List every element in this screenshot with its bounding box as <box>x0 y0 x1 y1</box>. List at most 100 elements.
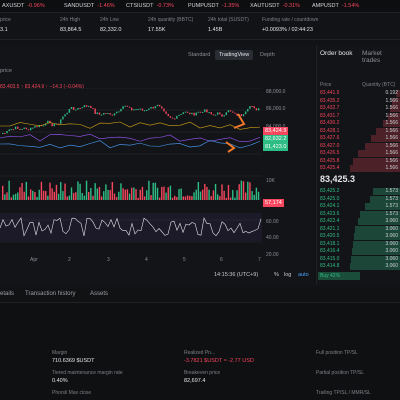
ask-row[interactable]: 83,432.7 1.566 <box>316 105 400 112</box>
candle <box>42 125 45 127</box>
ticker-item[interactable]: PUMPUSDT -1.35% <box>188 3 239 9</box>
volume-bar <box>10 197 12 200</box>
stat-value: 83,864.5 <box>60 27 82 33</box>
ask-row[interactable]: 83,425.4 1.566 <box>316 165 400 172</box>
bid-row[interactable]: 83,420.5 3.060 <box>316 233 400 240</box>
tab-order-book[interactable]: Order book <box>320 50 353 57</box>
tab-assets[interactable]: Assets <box>90 291 108 297</box>
stat-item: 24h High 83,864.5 <box>60 17 81 33</box>
candle <box>105 113 107 115</box>
annotation-arrows <box>225 113 246 153</box>
full-tpsl-label[interactable]: Full position TP/SL <box>316 350 358 356</box>
bid-row[interactable]: 83,425.2 1.573 <box>316 188 400 195</box>
ask-row[interactable]: 83,425.8 1.566 <box>316 157 400 165</box>
stat-label: price <box>0 17 11 23</box>
bid-row[interactable]: 83,423.6 1.573 <box>316 210 400 218</box>
candle <box>169 116 172 118</box>
bid-row[interactable]: 83,415.0 3.060 <box>316 255 400 263</box>
candle <box>32 127 34 129</box>
tradingview-toggle[interactable]: TradingView <box>215 50 254 60</box>
bid-qty: 3.060 <box>385 233 398 239</box>
price-axis-label: 88,000.0 <box>266 89 286 95</box>
volume-bar <box>19 187 21 200</box>
depth-toggle[interactable]: Depth <box>256 50 279 60</box>
volume-bar <box>14 193 17 200</box>
bid-row[interactable]: 83,422.4 3.060 <box>316 218 400 225</box>
stat-value: +0.0093% / 02:44:23 <box>262 27 313 33</box>
percent-toggle[interactable]: % <box>274 272 279 278</box>
volume-bar <box>79 183 81 200</box>
volume-bar <box>253 194 255 200</box>
ask-row[interactable]: 83,427.6 1.566 <box>316 135 400 142</box>
time-axis-label: Apr <box>30 257 38 263</box>
time-axis-label: 7 <box>258 257 261 263</box>
tab-details[interactable]: etails <box>0 291 14 297</box>
volume-bar <box>154 182 157 200</box>
ask-row[interactable]: 83,426.5 1.566 <box>316 150 400 157</box>
candle <box>66 112 68 115</box>
candle <box>191 112 193 115</box>
candle <box>210 112 212 115</box>
stat-item: 24h Low 82,332.0 <box>100 17 121 33</box>
realized-pnl-label: Realized Pn... <box>184 350 216 356</box>
stat-label: Funding rate / countdown <box>262 17 319 23</box>
auto-toggle[interactable]: auto <box>298 272 309 278</box>
ask-row[interactable]: 83,428.1 1.566 <box>316 127 400 135</box>
partial-tpsl-label[interactable]: Partial position TP/SL <box>316 370 364 376</box>
ticker-item[interactable]: AMPUSDT -1.54% <box>312 3 359 9</box>
bid-row[interactable]: 83,424.1 1.573 <box>316 203 400 210</box>
candle <box>88 105 90 107</box>
volume-bar <box>146 190 148 200</box>
ask-row[interactable]: 83,435.2 1.566 <box>316 97 400 105</box>
volume-bar <box>72 193 75 200</box>
candle <box>23 127 25 129</box>
ask-row[interactable]: 83,431.7 1.566 <box>316 112 400 120</box>
candle <box>92 108 94 110</box>
bid-row[interactable]: 83,425.0 1.573 <box>316 195 400 203</box>
ask-row[interactable]: 83,441.5 0.192 <box>316 90 400 97</box>
standard-view-toggle[interactable]: Standard <box>184 50 214 60</box>
candle <box>115 111 118 114</box>
candle <box>124 105 126 107</box>
volume-bar <box>229 197 232 200</box>
candle <box>156 104 159 107</box>
candle <box>111 114 114 116</box>
ticker-change: -0.96% <box>27 3 45 9</box>
candle <box>118 111 120 113</box>
bid-row[interactable]: 83,421.1 3.060 <box>316 225 400 233</box>
candle <box>83 105 86 108</box>
ticker-item[interactable]: CTSIUSDT -0.73% <box>126 3 174 9</box>
tab-transaction-history[interactable]: Transaction history <box>25 291 75 297</box>
volume-bar <box>223 190 225 200</box>
volume-bar <box>122 188 124 200</box>
candle <box>21 128 23 130</box>
volume-bar <box>64 183 66 200</box>
candle <box>137 108 139 110</box>
ticker-item[interactable]: SANDUSDT -1.46% <box>64 3 115 9</box>
tiered-margin-label: Tiered maintenance margin rate <box>52 370 123 376</box>
candle <box>176 115 178 119</box>
ask-qty: 1.566 <box>385 142 398 149</box>
volume-bar <box>92 195 94 200</box>
ask-row[interactable]: 83,427.0 1.566 <box>316 142 400 150</box>
tab-market-trades[interactable]: Market trades <box>362 50 400 64</box>
bid-row[interactable]: 83,416.4 3.060 <box>316 248 400 255</box>
log-toggle[interactable]: log <box>284 272 291 278</box>
volume-bar <box>217 194 219 200</box>
candle <box>4 132 6 134</box>
volume-bar <box>55 184 58 200</box>
ticker-item[interactable]: XAUTUSDT -0.31% <box>250 3 300 9</box>
bid-qty: 1.573 <box>385 188 398 194</box>
volume-bar <box>219 196 221 200</box>
candle <box>255 108 258 111</box>
ticker-item[interactable]: AXUSDT -0.96% <box>2 3 45 9</box>
volume-bar <box>195 189 197 200</box>
ask-row[interactable]: 83,430.2 1.566 <box>316 120 400 127</box>
volume-bar <box>133 187 135 200</box>
volume-bar <box>6 192 8 200</box>
ask-price: 83,430.2 <box>320 120 340 126</box>
ticker-symbol: CTSIUSDT <box>126 3 154 9</box>
candle <box>214 114 217 116</box>
bid-row[interactable]: 83,414.8 3.060 <box>316 263 400 270</box>
bid-row[interactable]: 83,418.1 3.060 <box>316 240 400 248</box>
